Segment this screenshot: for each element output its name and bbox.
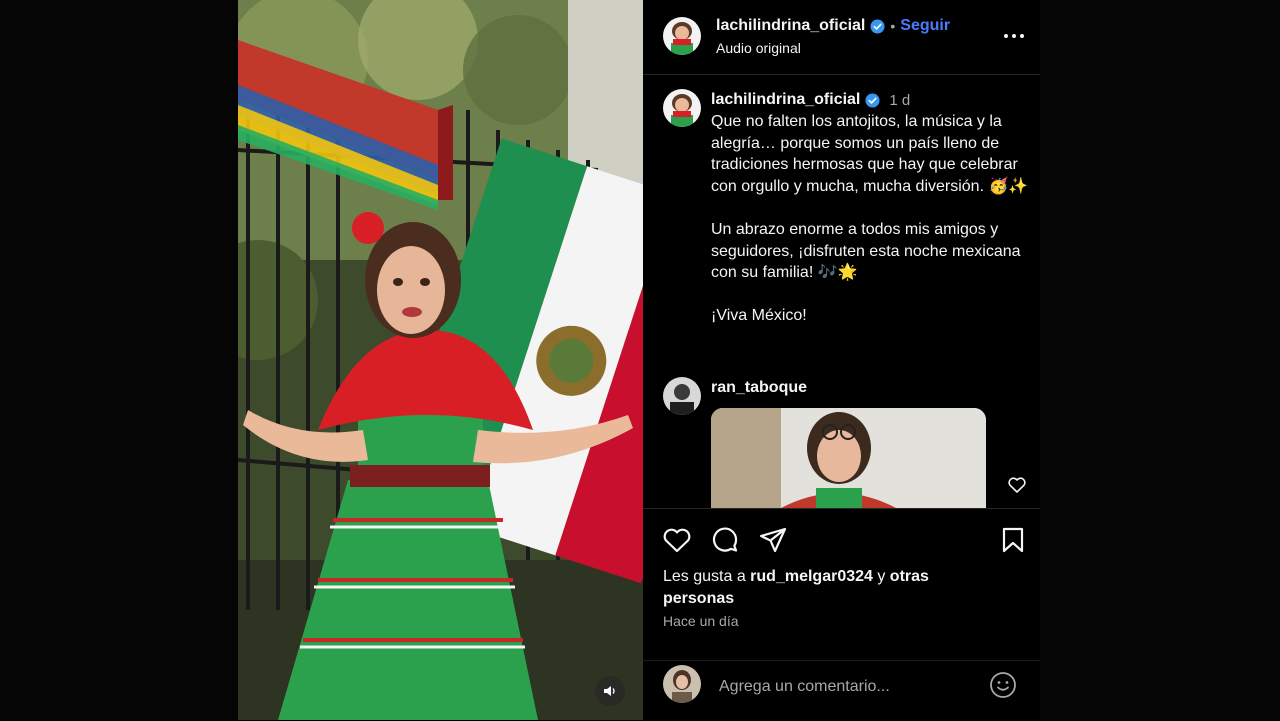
separator-dot: • — [890, 18, 896, 34]
heart-icon[interactable] — [662, 525, 692, 555]
commenter-username[interactable]: ran_taboque — [711, 379, 807, 397]
speaker-icon — [604, 686, 615, 696]
liker-username[interactable]: rud_melgar0324 — [750, 568, 873, 585]
likes-prefix: Les gusta a — [663, 568, 751, 585]
post-side-panel: lachilindrina_oficial • Seguir Audio ori… — [643, 0, 1040, 720]
likes-summary[interactable]: Les gusta a rud_melgar0324 y otras perso… — [663, 566, 993, 610]
audio-label[interactable]: Audio original — [716, 40, 801, 56]
comment-input[interactable] — [717, 674, 971, 700]
caption-paragraph: ¡Viva México! — [711, 307, 807, 325]
author-username[interactable]: lachilindrina_oficial — [716, 17, 865, 35]
emoji-icon[interactable] — [989, 671, 1017, 699]
avatar[interactable] — [663, 17, 701, 55]
profile-picture — [663, 17, 701, 55]
verified-badge-icon — [865, 92, 880, 108]
comment-like-icon[interactable] — [1007, 475, 1027, 495]
more-options-icon[interactable] — [1001, 26, 1027, 46]
comment-icon[interactable] — [710, 525, 740, 555]
caption-timestamp[interactable]: 1 d — [889, 92, 910, 109]
verified-badge-icon — [870, 18, 885, 34]
caption-paragraph: Que no falten los antojitos, la música y… — [711, 113, 1029, 195]
mute-button[interactable] — [595, 676, 625, 706]
profile-picture — [663, 89, 701, 127]
caption-avatar[interactable] — [663, 89, 701, 127]
profile-picture — [663, 665, 701, 703]
video-frame — [238, 0, 643, 720]
post-video[interactable] — [238, 0, 643, 720]
caption-paragraph: Un abrazo enorme a todos mis amigos y se… — [711, 220, 1021, 282]
caption-author: lachilindrina_oficial 1 d — [711, 91, 910, 109]
post-time[interactable]: Hace un día — [663, 613, 739, 629]
profile-picture — [663, 377, 701, 415]
caption-username[interactable]: lachilindrina_oficial — [711, 91, 860, 109]
comment-gif[interactable] — [711, 408, 986, 508]
post-actions: Les gusta a rud_melgar0324 y otras perso… — [643, 508, 1040, 661]
add-comment-bar — [643, 660, 1040, 721]
current-user-avatar — [663, 665, 701, 703]
caption-text: Que no falten los antojitos, la música y… — [711, 111, 1033, 349]
follow-button[interactable]: Seguir — [900, 17, 950, 35]
post-header: lachilindrina_oficial • Seguir Audio ori… — [643, 0, 1040, 75]
commenter-avatar[interactable] — [663, 377, 701, 415]
bookmark-icon[interactable] — [998, 525, 1028, 555]
post-author: lachilindrina_oficial • Seguir — [716, 17, 950, 35]
gif-image — [711, 408, 986, 508]
share-icon[interactable] — [758, 525, 788, 555]
likes-middle: y — [872, 568, 890, 585]
